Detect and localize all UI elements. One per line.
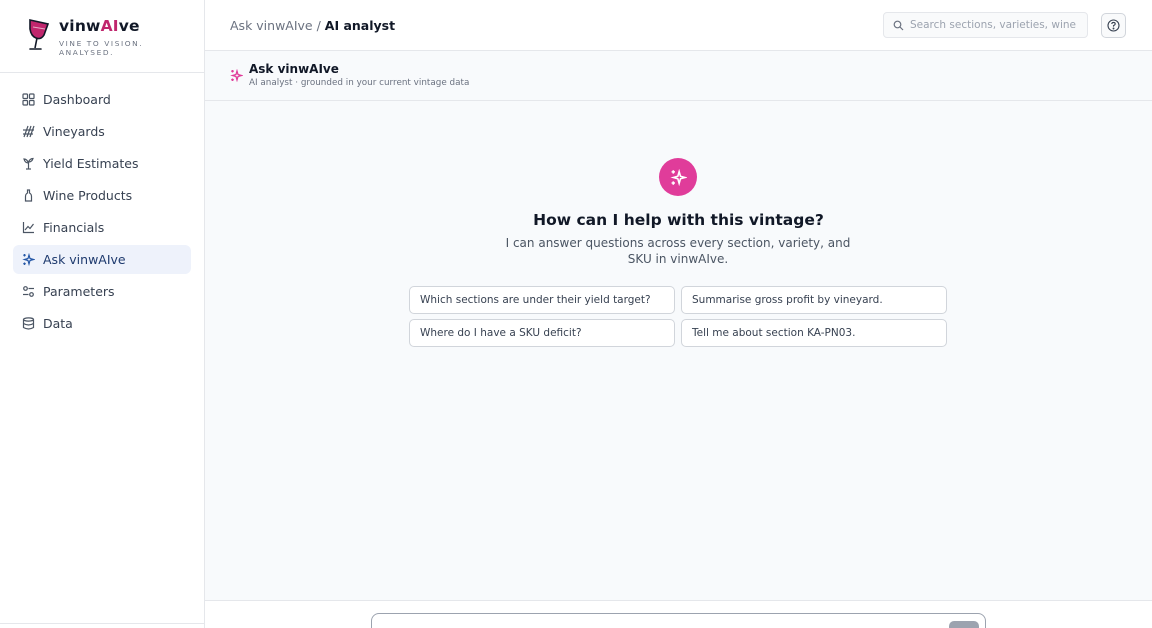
breadcrumb-separator: / bbox=[312, 18, 325, 33]
sliders-icon bbox=[22, 285, 35, 298]
brand-name[interactable]: vinwAIve bbox=[59, 17, 140, 35]
help-circle-icon bbox=[1107, 19, 1120, 32]
sidebar-item-label: Data bbox=[43, 316, 73, 331]
search-icon bbox=[893, 20, 904, 30]
sidebar-item-vineyards[interactable]: Vineyards bbox=[13, 117, 191, 146]
sidebar-item-dashboard[interactable]: Dashboard bbox=[13, 85, 191, 114]
chat-hero-subtitle: I can answer questions across every sect… bbox=[505, 236, 851, 266]
topbar: Ask vinwAIve / AI analyst bbox=[205, 0, 1152, 51]
sidebar: vinwAIve VINE TO VISION. ANALYSED. Dashb… bbox=[0, 0, 205, 628]
sparkles-icon bbox=[22, 253, 35, 266]
suggestion-button[interactable]: Tell me about section KA-PN03. bbox=[681, 319, 947, 347]
page-header: Ask vinwAIve AI analyst · grounded in yo… bbox=[205, 51, 1152, 101]
sidebar-item-label: Yield Estimates bbox=[43, 156, 139, 171]
page-subtitle: AI analyst · grounded in your current vi… bbox=[249, 78, 470, 88]
bottle-icon bbox=[22, 189, 35, 202]
sparkles-icon bbox=[230, 69, 243, 82]
sidebar-item-label: Vineyards bbox=[43, 124, 105, 139]
sparkles-icon bbox=[669, 168, 687, 186]
suggestion-button[interactable]: Which sections are under their yield tar… bbox=[409, 286, 675, 314]
chat-hero-title: How can I help with this vintage? bbox=[533, 211, 824, 229]
line-chart-icon bbox=[22, 221, 35, 234]
sidebar-item-label: Dashboard bbox=[43, 92, 111, 107]
sidebar-item-data[interactable]: Data bbox=[13, 309, 191, 338]
breadcrumb-parent[interactable]: Ask vinwAIve bbox=[230, 18, 313, 33]
search-box[interactable] bbox=[883, 12, 1088, 38]
grid-icon bbox=[22, 93, 35, 106]
sidebar-item-label: Wine Products bbox=[43, 188, 133, 203]
sidebar-item-label: Ask vinwAIve bbox=[43, 252, 126, 267]
sidebar-item-wine-products[interactable]: Wine Products bbox=[13, 181, 191, 210]
database-icon bbox=[22, 317, 35, 330]
page-title: Ask vinwAIve bbox=[249, 62, 339, 76]
sidebar-item-label: Parameters bbox=[43, 284, 115, 299]
sidebar-item-financials[interactable]: Financials bbox=[13, 213, 191, 242]
ai-avatar bbox=[659, 158, 697, 196]
grape-vine-icon bbox=[22, 157, 35, 170]
help-button[interactable] bbox=[1101, 13, 1126, 38]
vineyard-icon bbox=[22, 125, 35, 138]
sidebar-item-yield-estimates[interactable]: Yield Estimates bbox=[13, 149, 191, 178]
chat-input[interactable] bbox=[371, 613, 986, 628]
brand-tagline: VINE TO VISION. ANALYSED. bbox=[59, 39, 144, 57]
send-button[interactable] bbox=[949, 621, 979, 628]
sidebar-nav: Dashboard Vineyards Yield Estimates Wine… bbox=[13, 85, 191, 341]
wine-glass-logo-icon bbox=[29, 19, 50, 50]
sidebar-item-ask-vinwaive[interactable]: Ask vinwAIve bbox=[13, 245, 191, 274]
suggestion-button[interactable]: Where do I have a SKU deficit? bbox=[409, 319, 675, 347]
suggestion-button[interactable]: Summarise gross profit by vineyard. bbox=[681, 286, 947, 314]
sidebar-footer-divider bbox=[0, 623, 205, 624]
sidebar-item-parameters[interactable]: Parameters bbox=[13, 277, 191, 306]
brand: vinwAIve VINE TO VISION. ANALYSED. bbox=[0, 0, 204, 73]
sidebar-item-label: Financials bbox=[43, 220, 105, 235]
search-input[interactable] bbox=[910, 19, 1080, 31]
breadcrumb: Ask vinwAIve / AI analyst bbox=[230, 18, 395, 33]
breadcrumb-current: AI analyst bbox=[324, 18, 396, 33]
